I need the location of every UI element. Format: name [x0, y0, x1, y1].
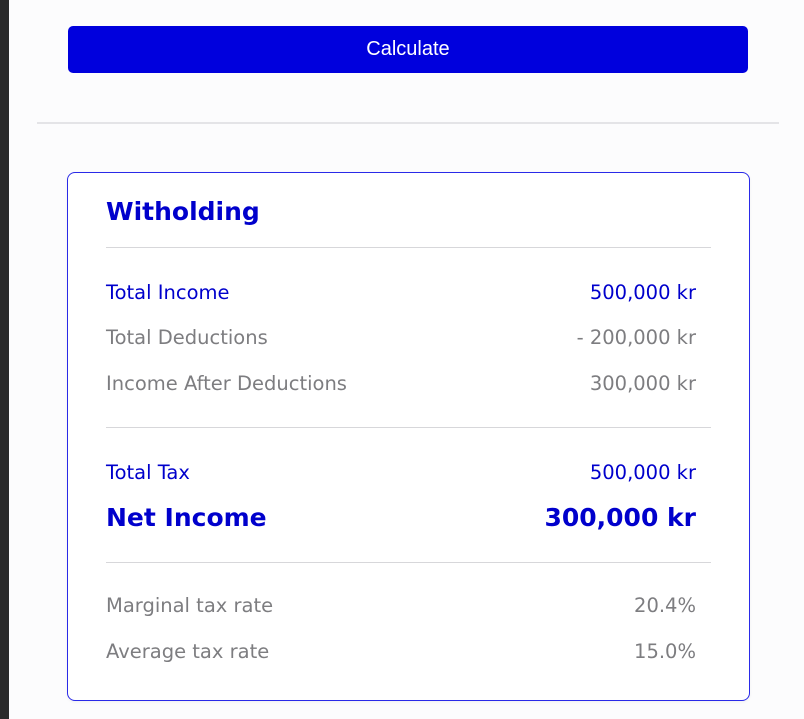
marginal-tax-rate-value: 20.4%: [634, 594, 696, 617]
average-tax-rate-value: 15.0%: [634, 640, 696, 663]
average-tax-rate-label: Average tax rate: [106, 640, 270, 663]
calculate-button[interactable]: Calculate: [68, 26, 748, 73]
marginal-tax-rate-label: Marginal tax rate: [106, 594, 274, 617]
total-deductions-label: Total Deductions: [106, 326, 268, 349]
card-divider-top: [106, 247, 711, 248]
window-left-edge: [0, 0, 9, 719]
income-after-deductions-value: 300,000 kr: [589, 372, 696, 395]
total-tax-label: Total Tax: [106, 461, 190, 484]
total-tax-value: 500,000 kr: [589, 461, 696, 484]
card-title: Witholding: [106, 197, 260, 226]
income-after-deductions-label: Income After Deductions: [106, 372, 347, 395]
net-income-label: Net Income: [106, 503, 267, 532]
total-income-value: 500,000 kr: [589, 281, 696, 304]
marginal-tax-rate-row: Marginal tax rate 20.4%: [106, 594, 696, 617]
card-divider-bottom: [106, 562, 711, 563]
total-income-label: Total Income: [106, 281, 230, 304]
total-income-row: Total Income 500,000 kr: [106, 281, 696, 304]
page: Calculate Witholding Total Income 500,00…: [9, 0, 804, 719]
average-tax-rate-row: Average tax rate 15.0%: [106, 640, 696, 663]
net-income-row: Net Income 300,000 kr: [106, 503, 696, 532]
total-deductions-value: - 200,000 kr: [576, 326, 696, 349]
card-divider-middle: [106, 427, 711, 428]
total-tax-row: Total Tax 500,000 kr: [106, 461, 696, 484]
net-income-value: 300,000 kr: [544, 503, 696, 532]
section-divider: [37, 122, 779, 124]
income-after-deductions-row: Income After Deductions 300,000 kr: [106, 372, 696, 395]
total-deductions-row: Total Deductions - 200,000 kr: [106, 326, 696, 349]
withholding-card: Witholding Total Income 500,000 kr Total…: [67, 172, 750, 701]
